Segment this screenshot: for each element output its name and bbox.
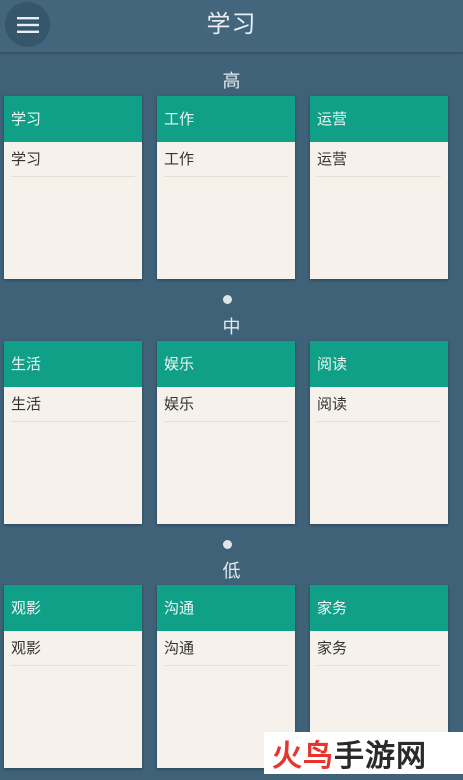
card-0-1[interactable]: 工作 工作 [157, 96, 295, 279]
card-header[interactable]: 阅读 [310, 341, 448, 387]
list-item[interactable]: 生活 [11, 387, 135, 422]
list-item[interactable]: 娱乐 [164, 387, 288, 422]
card-header[interactable]: 娱乐 [157, 341, 295, 387]
card-2-0[interactable]: 观影 观影 [4, 585, 142, 768]
card-0-2[interactable]: 运营 运营 [310, 96, 448, 279]
app-bar: 学习 [0, 0, 463, 53]
section-label-low: 低 [222, 561, 241, 582]
card-1-2[interactable]: 阅读 阅读 [310, 341, 448, 524]
page-indicator-dot [223, 295, 232, 304]
card-header[interactable]: 观影 [4, 585, 142, 631]
page-title: 学习 [206, 10, 257, 38]
card-header[interactable]: 学习 [4, 96, 142, 142]
list-item[interactable]: 观影 [11, 631, 135, 666]
watermark-part1: 火鸟 [272, 739, 334, 774]
card-0-0[interactable]: 学习 学习 [4, 96, 142, 279]
watermark-logo: 火鸟 手游网 [264, 732, 463, 774]
card-header[interactable]: 运营 [310, 96, 448, 142]
list-item[interactable]: 家务 [317, 631, 441, 666]
section-label-medium: 中 [222, 317, 241, 338]
list-item[interactable]: 运营 [317, 142, 441, 177]
card-header[interactable]: 生活 [4, 341, 142, 387]
page-indicator-dot [223, 540, 232, 549]
list-item[interactable]: 沟通 [164, 631, 288, 666]
card-1-0[interactable]: 生活 生活 [4, 341, 142, 524]
card-header[interactable]: 工作 [157, 96, 295, 142]
list-item[interactable]: 学习 [11, 142, 135, 177]
watermark-part2: 手游网 [334, 739, 427, 774]
card-header[interactable]: 家务 [310, 585, 448, 631]
list-item[interactable]: 工作 [164, 142, 288, 177]
list-item[interactable]: 阅读 [317, 387, 441, 422]
card-1-1[interactable]: 娱乐 娱乐 [157, 341, 295, 524]
section-label-high: 高 [222, 71, 241, 92]
card-header[interactable]: 沟通 [157, 585, 295, 631]
